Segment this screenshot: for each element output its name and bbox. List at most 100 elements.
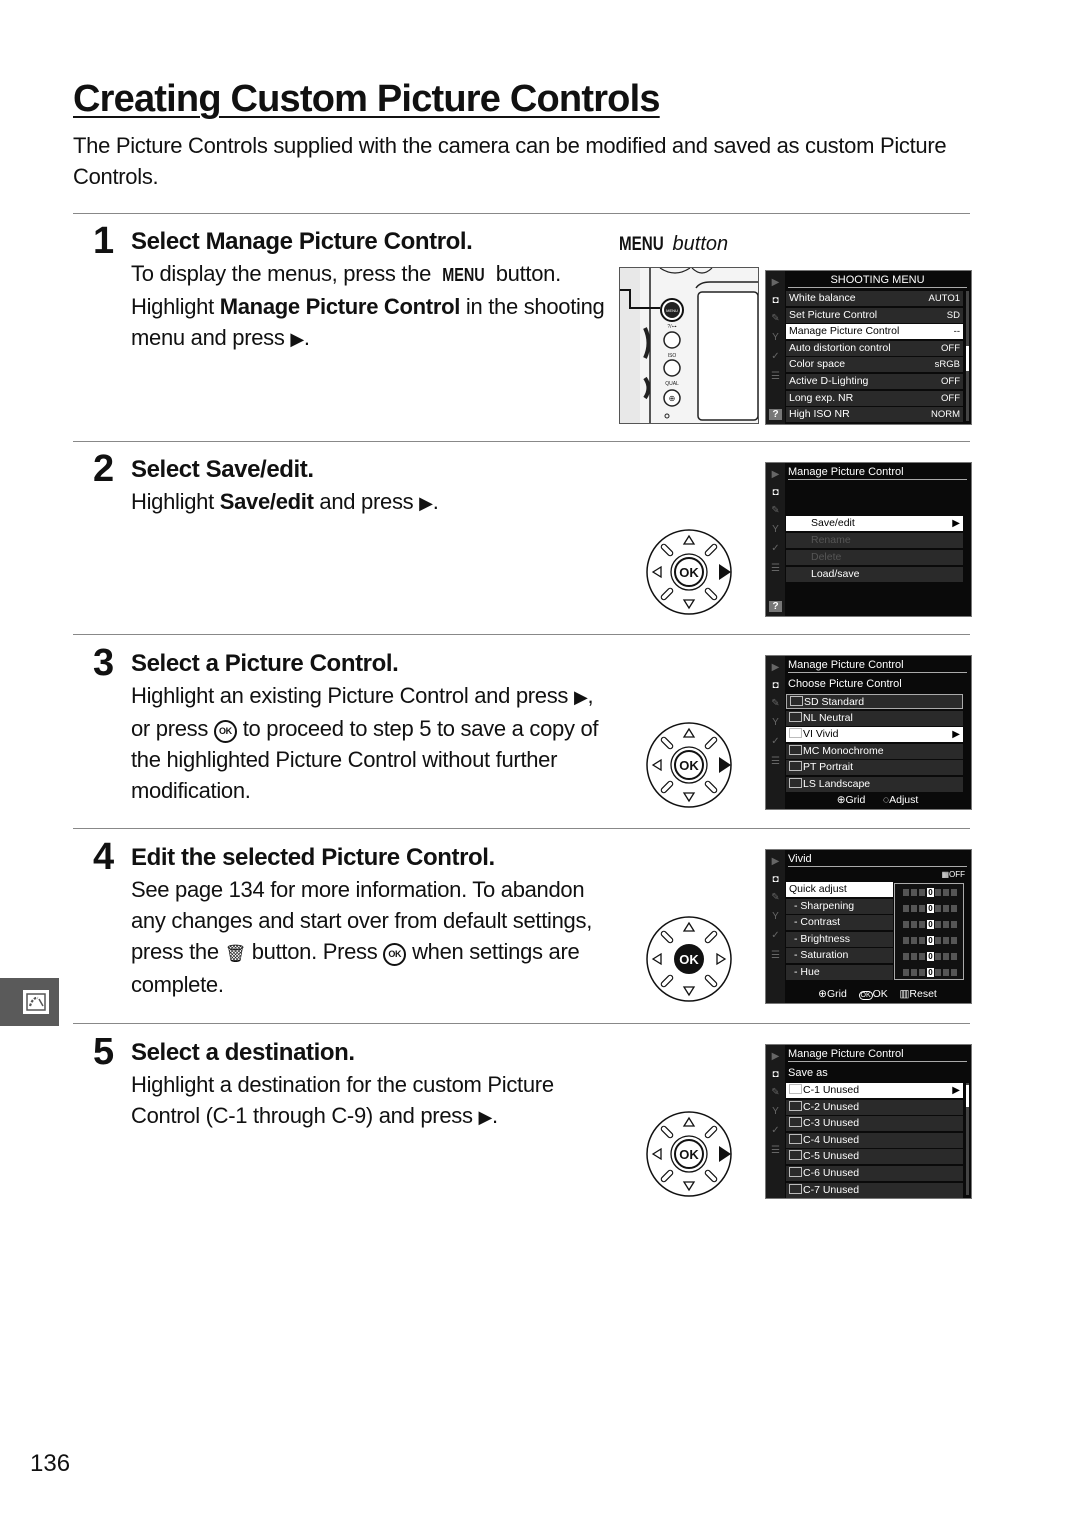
screen-subtitle: Choose Picture Control (788, 678, 902, 690)
setup-tab-icon[interactable]: Y (769, 911, 782, 922)
retouch-tab-icon[interactable]: ✓ (769, 736, 782, 747)
screen-footer: ⊕Grid OK OK ▥Reset (818, 988, 937, 1000)
shooting-tab-icon[interactable]: ◘ (769, 874, 782, 885)
ok-label: OK (679, 565, 699, 580)
scrollbar[interactable] (966, 291, 969, 421)
destination-item[interactable]: C-7 Unused (786, 1182, 963, 1198)
screen-title: Vivid (788, 852, 967, 867)
picture-control-item[interactable]: NL Neutral (786, 710, 963, 726)
my-menu-tab-icon[interactable]: ☰ (769, 950, 782, 961)
picture-control-label: Standard (821, 696, 865, 708)
svg-text:MENU: MENU (666, 308, 678, 313)
menu-item-label: Set Picture Control (789, 308, 878, 321)
my-menu-tab-icon[interactable]: ☰ (769, 1145, 782, 1156)
adjust-item-label: Quick adjust (789, 883, 847, 895)
menu-item[interactable]: Auto distortion control OFF (786, 340, 963, 356)
picture-control-item[interactable]: MC Monochrome (786, 743, 963, 759)
scrollbar[interactable] (966, 1083, 969, 1195)
custom-settings-tab-icon[interactable]: ✎ (769, 698, 782, 709)
help-icon[interactable]: ? (769, 601, 782, 612)
menu-item[interactable]: Active D-Lighting OFF (786, 374, 963, 389)
multi-selector-icon: OK (646, 722, 732, 808)
step-text: Select a Picture Control. Highlight an e… (131, 648, 611, 806)
retouch-tab-icon[interactable]: ✓ (769, 351, 782, 362)
destination-code: C-3 (803, 1117, 823, 1130)
playback-tab-icon[interactable]: ▶ (769, 662, 782, 673)
custom-settings-tab-icon[interactable]: ✎ (769, 313, 782, 324)
picture-control-code: VI (803, 728, 816, 740)
right-arrow-icon: ▶ (290, 329, 304, 349)
my-menu-tab-icon[interactable]: ☰ (769, 563, 782, 574)
delete-button-icon: 🗑 (224, 944, 247, 963)
picture-control-item[interactable]: VI Vivid ▶ (786, 727, 963, 742)
adjust-item[interactable]: - Sharpening (786, 898, 893, 914)
adjust-slider[interactable]: 0 (899, 904, 959, 913)
adjust-item[interactable]: - Contrast (786, 915, 893, 931)
retouch-tab-icon[interactable]: ✓ (769, 1125, 782, 1136)
menu-item[interactable]: White balance AUTO1 (786, 291, 963, 306)
playback-tab-icon[interactable]: ▶ (769, 469, 782, 480)
playback-tab-icon[interactable]: ▶ (769, 1051, 782, 1062)
screen-title: SHOOTING MENU (788, 273, 967, 288)
shooting-tab-icon[interactable]: ◘ (769, 680, 782, 691)
menu-item-value: OFF (941, 342, 960, 354)
picture-control-item[interactable]: PT Portrait (786, 760, 963, 775)
custom-settings-tab-icon[interactable]: ✎ (769, 1087, 782, 1098)
slider-value: 0 (927, 904, 934, 913)
adjust-item[interactable]: - Hue (786, 965, 893, 980)
destination-item[interactable]: C-4 Unused (786, 1132, 963, 1148)
menu-item[interactable]: Manage Picture Control -- (786, 324, 963, 340)
destination-item[interactable]: C-3 Unused (786, 1116, 963, 1132)
setup-tab-icon[interactable]: Y (769, 1106, 782, 1117)
menu-item[interactable]: Save/edit ▶ (786, 516, 963, 531)
picture-control-icon (789, 711, 802, 722)
picture-control-item[interactable]: SD Standard (786, 694, 963, 709)
step-body: See page 134 for more information. To ab… (131, 877, 593, 997)
destination-item[interactable]: C-5 Unused (786, 1149, 963, 1165)
step-text: Select Manage Picture Control. To displa… (131, 226, 611, 355)
shooting-tab-icon[interactable]: ◘ (769, 1069, 782, 1080)
adjust-slider[interactable]: 0 (899, 920, 959, 929)
help-icon[interactable]: ? (769, 409, 782, 420)
destination-code: C-4 (803, 1133, 823, 1146)
adjust-item[interactable]: - Brightness (786, 931, 893, 947)
destination-item[interactable]: C-1 Unused ▶ (786, 1083, 963, 1098)
picture-control-icon (790, 696, 803, 706)
camera-body-icon: MENU ?/⊶ ISO QUAL ⊕ (620, 268, 758, 423)
adjust-item[interactable]: Quick adjust (786, 882, 893, 897)
menu-item-value: sRGB (934, 359, 960, 371)
shooting-tab-icon[interactable]: ◘ (769, 295, 782, 306)
my-menu-tab-icon[interactable]: ☰ (769, 371, 782, 382)
playback-tab-icon[interactable]: ▶ (769, 277, 782, 288)
step-body: Highlight Save/edit and press ▶. (131, 489, 439, 514)
my-menu-tab-icon[interactable]: ☰ (769, 756, 782, 767)
menu-tabs: ▶ ◘ ✎ Y ✓ ☰ ? (766, 463, 785, 616)
menu-item[interactable]: Long exp. NR OFF (786, 390, 963, 406)
menu-item-label: Delete (811, 551, 842, 563)
picture-control-item[interactable]: LS Landscape (786, 776, 963, 792)
destination-item[interactable]: C-2 Unused (786, 1099, 963, 1115)
destination-item[interactable]: C-6 Unused (786, 1166, 963, 1181)
multi-selector-right: OK (645, 528, 733, 616)
menu-item-value: NORM (930, 409, 960, 421)
menu-item[interactable]: Color space sRGB (786, 357, 963, 373)
adjust-slider[interactable]: 0 (899, 968, 959, 977)
menu-item[interactable]: High ISO NR NORM (786, 407, 963, 423)
playback-tab-icon[interactable]: ▶ (769, 856, 782, 867)
retouch-tab-icon[interactable]: ✓ (769, 543, 782, 554)
adjust-slider[interactable]: 0 (899, 936, 959, 945)
setup-tab-icon[interactable]: Y (769, 717, 782, 728)
adjust-slider[interactable]: 0 (899, 888, 959, 897)
screen-footer: ⊕Grid ◌Adjust (836, 794, 919, 806)
menu-item[interactable]: Set Picture Control SD (786, 307, 963, 323)
custom-settings-tab-icon[interactable]: ✎ (769, 892, 782, 903)
shooting-tab-icon[interactable]: ◘ (769, 487, 782, 498)
menu-item[interactable]: Load/save (786, 567, 963, 582)
divider (73, 634, 970, 635)
custom-settings-tab-icon[interactable]: ✎ (769, 505, 782, 516)
retouch-tab-icon[interactable]: ✓ (769, 930, 782, 941)
setup-tab-icon[interactable]: Y (769, 332, 782, 343)
adjust-slider[interactable]: 0 (899, 952, 959, 961)
setup-tab-icon[interactable]: Y (769, 524, 782, 535)
adjust-item[interactable]: - Saturation (786, 948, 893, 964)
